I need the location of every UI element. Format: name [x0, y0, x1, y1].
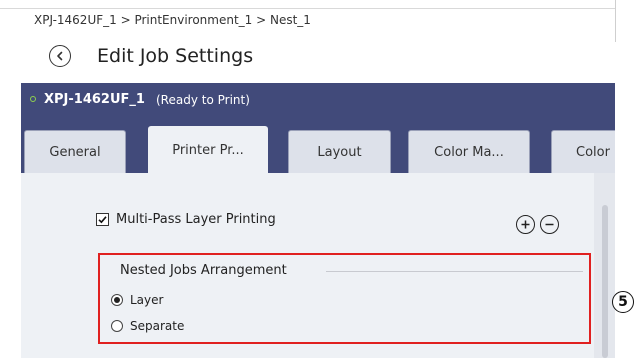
printer-status-bar: XPJ-1462UF_1 (Ready to Print) — [21, 83, 615, 116]
status-indicator-icon — [30, 96, 36, 102]
tab-strip: General Printer Pr... Layout Color Ma...… — [21, 116, 615, 173]
tab-label: Printer Pr... — [172, 142, 244, 158]
tab-printer-properties[interactable]: Printer Pr... — [148, 126, 268, 173]
checkmark-icon — [98, 216, 107, 224]
breadcrumb: XPJ-1462UF_1 > PrintEnvironment_1 > Nest… — [34, 13, 311, 27]
group-divider — [326, 271, 583, 272]
multipass-option[interactable]: Multi-Pass Layer Printing — [96, 212, 276, 227]
callout-number-badge: 5 — [612, 291, 634, 313]
add-button[interactable] — [516, 215, 535, 234]
tab-color-management[interactable]: Color Ma... — [408, 130, 530, 173]
chevron-left-icon — [57, 51, 63, 61]
plus-circle-icon — [521, 220, 530, 229]
scrollbar-thumb[interactable] — [602, 205, 608, 358]
arrangement-group-title: Nested Jobs Arrangement — [120, 263, 287, 278]
separate-radio[interactable] — [111, 320, 123, 332]
tab-layout[interactable]: Layout — [288, 130, 391, 173]
window-divider — [615, 0, 616, 42]
radio-selected-dot — [114, 297, 120, 303]
layer-radio[interactable] — [111, 294, 123, 306]
tab-general[interactable]: General — [24, 130, 126, 173]
printer-status: (Ready to Print) — [156, 93, 250, 107]
remove-button[interactable] — [540, 215, 559, 234]
separate-radio-label: Separate — [130, 319, 185, 333]
tab-label: Color Ma... — [434, 144, 504, 160]
arrangement-option-separate[interactable]: Separate — [111, 319, 184, 333]
tab-label: Layout — [317, 144, 362, 160]
back-button[interactable] — [49, 45, 71, 67]
multipass-checkbox[interactable] — [96, 213, 109, 226]
arrangement-option-layer[interactable]: Layer — [111, 293, 163, 307]
title-row: Edit Job Settings — [49, 40, 253, 72]
multipass-label: Multi-Pass Layer Printing — [116, 212, 276, 227]
window-top-edge — [0, 0, 637, 10]
tab-label: General — [49, 144, 101, 160]
tab-label: Color — [576, 144, 610, 160]
layer-radio-label: Layer — [130, 293, 164, 307]
page-title: Edit Job Settings — [97, 45, 254, 67]
minus-circle-icon — [545, 223, 554, 226]
printer-name: XPJ-1462UF_1 — [44, 92, 145, 107]
tab-color[interactable]: Color — [551, 130, 615, 173]
